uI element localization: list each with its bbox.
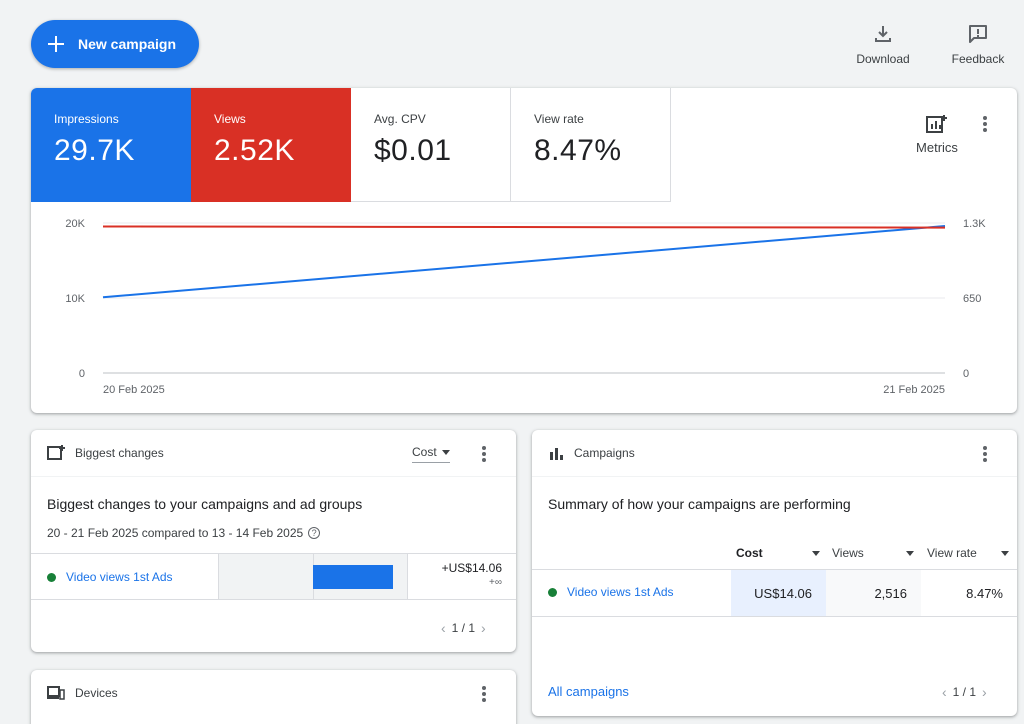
status-dot-icon [548,587,557,597]
scorecard-value: $0.01 [374,134,452,167]
x-axis-tick-label: 21 Feb 2025 [883,384,945,396]
more-options-icon[interactable] [474,444,494,464]
chevron-left-icon[interactable]: ‹ [441,620,446,636]
left-axis-tick-label: 20K [65,218,85,230]
devices-card: Devices [31,670,516,724]
campaign-name: Video views 1st Ads [66,570,173,584]
bar-chart-icon [550,448,563,460]
series-line-impressions [102,225,946,299]
card-title: Campaigns [574,446,635,460]
section-title: Biggest changes to your campaigns and ad… [47,496,363,512]
all-campaigns-link[interactable]: All campaigns [548,684,629,699]
metrics-label: Metrics [916,140,958,155]
left-axis-tick-label: 0 [79,368,85,380]
scorecard-label: Impressions [54,112,119,126]
chevron-left-icon[interactable]: ‹ [942,684,947,700]
scorecard-value: 2.52K [214,134,295,167]
metrics-button[interactable]: Metrics [913,114,961,155]
sort-dropdown[interactable]: Cost [412,445,450,463]
x-axis-tick-label: 20 Feb 2025 [103,384,165,396]
changes-icon [47,445,65,460]
scorecard-value: 8.47% [534,134,622,167]
pagination: ‹ 1 / 1 › [435,620,492,636]
table-row: Video views 1st Ads +US$14.06 +∞ [31,553,516,600]
change-bar-area [218,554,408,599]
views-cell: 2,516 [826,570,921,616]
scorecard-views[interactable]: Views 2.52K [191,88,351,202]
right-axis-tick-label: 650 [963,293,981,305]
more-options-icon[interactable] [474,684,494,704]
plus-icon [46,34,66,54]
caret-down-icon [812,550,820,556]
new-campaign-button[interactable]: New campaign [31,20,199,68]
column-header-views[interactable]: Views [832,544,914,562]
right-axis-tick-label: 1.3K [963,218,986,230]
change-amount: +US$14.06 [441,561,502,575]
caret-down-icon [906,550,914,556]
feedback-label: Feedback [951,52,1005,66]
scorecard-view-rate[interactable]: View rate 8.47% [511,88,671,202]
more-options-icon[interactable] [975,114,995,134]
card-header: Campaigns [532,430,1017,476]
devices-icon [47,686,65,700]
campaign-link[interactable]: Video views 1st Ads [548,585,674,599]
performance-card: Impressions 29.7K Views 2.52K Avg. CPV $… [31,88,1017,413]
caret-down-icon [441,449,450,455]
date-comparison-text: 20 - 21 Feb 2025 compared to 13 - 14 Feb… [47,526,304,540]
scorecard-label: Avg. CPV [374,112,426,126]
campaign-name: Video views 1st Ads [567,585,674,599]
view-rate-cell: 8.47% [966,585,1003,601]
download-icon [875,26,891,42]
metrics-icon [926,115,947,133]
chevron-right-icon[interactable]: › [481,620,486,636]
date-comparison: 20 - 21 Feb 2025 compared to 13 - 14 Feb… [47,526,321,540]
biggest-changes-card: Biggest changes Cost Biggest changes to … [31,430,516,652]
column-header-label: View rate [927,546,977,560]
column-header-cost[interactable]: Cost [736,544,820,562]
card-header: Devices [31,670,516,716]
pagination: ‹ 1 / 1 › [936,684,993,700]
scorecard-label: View rate [534,112,584,126]
feedback-button[interactable]: Feedback [948,24,1008,66]
campaign-link[interactable]: Video views 1st Ads [47,570,173,584]
divider [31,476,516,477]
caret-down-icon [1001,550,1009,556]
table-row: Video views 1st Ads US$14.06 2,516 8.47% [532,569,1017,617]
scorecard-label: Views [214,112,246,126]
new-campaign-label: New campaign [78,36,177,52]
change-percent: +∞ [489,577,502,588]
performance-chart: 0 10K 20K 0 650 1.3K 20 Feb 2025 21 Feb 2025 [65,218,986,396]
series-line-views [102,225,946,229]
scorecard-value: 29.7K [54,134,135,167]
cost-cell: US$14.06 [731,570,826,616]
divider [532,476,1017,477]
page-indicator: 1 / 1 [952,685,977,699]
download-button[interactable]: Download [852,24,914,66]
campaigns-card: Campaigns Summary of how your campaigns … [532,430,1017,716]
change-bar [313,565,393,589]
chevron-right-icon[interactable]: › [982,684,987,700]
column-header-label: Views [832,546,864,560]
page-indicator: 1 / 1 [451,621,476,635]
change-value: +US$14.06 +∞ [442,561,502,588]
feedback-icon [969,25,987,43]
column-header-label: Cost [736,546,763,560]
left-axis-tick-label: 10K [65,293,85,305]
sort-dropdown-label: Cost [412,445,437,459]
status-dot-icon [47,572,56,582]
scorecard-avg-cpv[interactable]: Avg. CPV $0.01 [351,88,511,202]
help-icon[interactable]: ? [308,527,321,539]
section-title: Summary of how your campaigns are perfor… [548,496,851,512]
scorecard-impressions[interactable]: Impressions 29.7K [31,88,191,202]
column-header-view-rate[interactable]: View rate [927,544,1009,562]
more-options-icon[interactable] [975,444,995,464]
right-axis-tick-label: 0 [963,368,969,380]
card-title: Biggest changes [75,446,164,460]
download-label: Download [856,52,910,66]
card-title: Devices [75,686,118,700]
